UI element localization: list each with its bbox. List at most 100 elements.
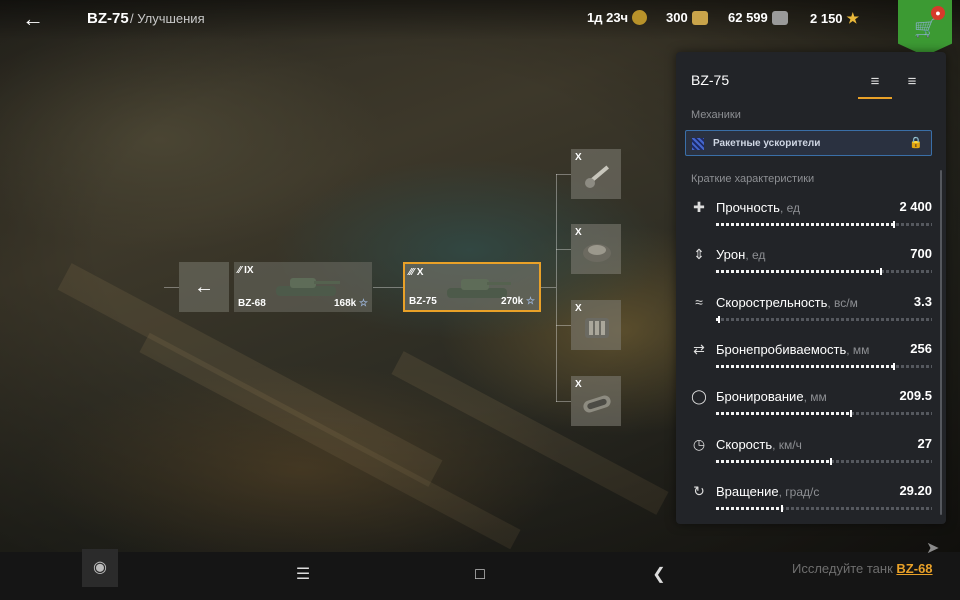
stat-bar (716, 410, 932, 418)
stat-value: 700 (910, 246, 932, 262)
free-xp-value: 300 (666, 10, 688, 25)
stat-bar (716, 457, 932, 465)
stat-unit: , вс/м (827, 295, 858, 310)
premium-time-value: 1д 23ч (587, 10, 629, 25)
stat-bar-fill (716, 412, 850, 416)
stat-bar-fill (716, 506, 781, 510)
tank-cost: 270k ☆ (501, 296, 535, 307)
stat-bar-marker (893, 362, 896, 370)
stat-bar-fill (716, 364, 894, 368)
premium-icon (632, 10, 648, 25)
stat-value: 29.20 (899, 482, 932, 498)
gold-star-icon: ★ (846, 10, 860, 26)
premium-time[interactable]: 1д 23ч (587, 10, 648, 25)
stat-value: 256 (910, 340, 932, 356)
tank-card-bz68[interactable]: ⁄⁄ IX BZ-68 168k ☆ (234, 262, 372, 312)
stat-unit: , км/ч (772, 437, 802, 452)
tab-compare-icon[interactable]: ≡ (895, 69, 929, 99)
tree-back-button[interactable]: ← (179, 262, 229, 312)
stat-row[interactable]: ⇄ Бронепробиваемость, мм 256 (690, 340, 932, 380)
stat-name: Бронирование, мм (716, 389, 827, 405)
stat-bar-fill (716, 223, 894, 226)
gold-value: 2 150 (810, 11, 843, 26)
panel-scrollbar[interactable] (940, 170, 942, 515)
research-text: Исследуйте танк (792, 561, 893, 576)
stat-bar (716, 221, 932, 228)
stats-label: Краткие характеристики (691, 173, 815, 185)
tier-label: ⁄⁄⁄ X (409, 267, 424, 278)
home-nav-icon[interactable]: □ (468, 563, 492, 587)
armor-icon: ◯ (691, 388, 707, 405)
mechanics-label: Механики (691, 109, 741, 121)
gun-module-icon (585, 165, 610, 188)
stat-unit: , мм (846, 342, 870, 357)
stat-name: Бронепробиваемость, мм (716, 341, 870, 357)
tank-name: BZ-75 (409, 296, 437, 307)
stat-name: Вращение, град/с (716, 483, 820, 499)
health-icon: ✚ (693, 199, 705, 215)
stat-name: Скорость, км/ч (716, 436, 802, 452)
tier-label: ⁄⁄ IX (238, 265, 254, 276)
stat-bar-marker (880, 268, 883, 276)
module-tracks[interactable]: X (571, 376, 621, 426)
tracks-module-icon (583, 395, 611, 413)
menu-nav-icon[interactable]: ☰ (291, 563, 315, 587)
stat-row[interactable]: ⇕ Урон, ед 700 (690, 245, 932, 285)
send-icon[interactable]: ➤ (926, 538, 939, 558)
module-engine[interactable]: X (571, 300, 621, 350)
shop-badge-icon: ● (931, 6, 945, 20)
research-tank-link[interactable]: BZ-68 (896, 561, 932, 576)
back-arrow-icon[interactable]: ← (22, 6, 48, 32)
credits[interactable]: 62 599 (728, 10, 788, 25)
back-nav-icon[interactable]: ❮ (647, 563, 671, 587)
mechanic-label: Ракетные ускорители (713, 138, 821, 149)
stat-row[interactable]: ≈ Скорострельность, вс/м 3.3 (690, 293, 932, 333)
rocket-boosters-icon (692, 138, 704, 150)
tab-characteristics-icon[interactable]: ≡ (858, 69, 892, 99)
turret-module-icon (583, 244, 611, 262)
speed-icon: ◷ (692, 435, 706, 452)
module-turret[interactable]: X (571, 224, 621, 274)
traverse-icon: ↻ (693, 482, 705, 499)
tank-name: BZ-68 (238, 298, 266, 309)
stat-bar (716, 504, 932, 512)
stat-bar (716, 268, 932, 276)
free-xp-icon (691, 10, 708, 25)
star-icon: ☆ (359, 298, 368, 309)
stat-bar-marker (849, 410, 852, 418)
stat-row[interactable]: ◷ Скорость, км/ч 27 (690, 435, 932, 475)
breadcrumb: / Улучшения (130, 11, 205, 26)
research-hint[interactable]: Исследуйте танк BZ-68 (792, 561, 933, 576)
mechanic-item[interactable]: Ракетные ускорители 🔒 (685, 130, 932, 156)
stat-unit: , ед (779, 201, 801, 215)
credits-value: 62 599 (728, 10, 768, 25)
tank-icon (276, 278, 340, 296)
cart-icon: 🛒 (914, 18, 937, 38)
damage-icon: ⇕ (693, 246, 705, 263)
stat-value: 209.5 (899, 388, 932, 404)
stat-bar-marker (893, 221, 896, 228)
stat-bar (716, 362, 932, 370)
stat-bar-fill (716, 270, 881, 274)
stat-row[interactable]: ✚ Прочность, ед 2 400 (690, 198, 932, 238)
gold[interactable]: 2 150 ★ (810, 10, 859, 27)
stat-value: 2 400 (899, 199, 932, 214)
page-title: BZ-75 (87, 10, 129, 27)
stat-bar-marker (830, 457, 833, 465)
stats-panel: BZ-75 ≡ ≡ Механики Ракетные ускорители 🔒… (676, 52, 946, 524)
stat-bar-marker (780, 504, 783, 512)
free-xp[interactable]: 300 (666, 10, 708, 25)
tank-cost: 168k ☆ (334, 298, 368, 309)
stat-bar-fill (716, 459, 831, 463)
engine-module-icon (585, 318, 609, 338)
stat-unit: , град/с (778, 484, 820, 499)
penetration-icon: ⇄ (693, 340, 705, 357)
stat-row[interactable]: ↻ Вращение, град/с 29.20 (690, 482, 932, 522)
stat-row[interactable]: ◯ Бронирование, мм 209.5 (690, 387, 932, 427)
tank-card-bz75[interactable]: ⁄⁄⁄ X BZ-75 270k ☆ (403, 262, 541, 312)
module-gun[interactable]: X (571, 149, 621, 199)
eye-icon[interactable]: ◉ (82, 549, 118, 587)
stat-unit: , мм (803, 390, 827, 405)
stat-unit: , ед (745, 248, 766, 263)
lock-icon: 🔒 (909, 137, 923, 149)
